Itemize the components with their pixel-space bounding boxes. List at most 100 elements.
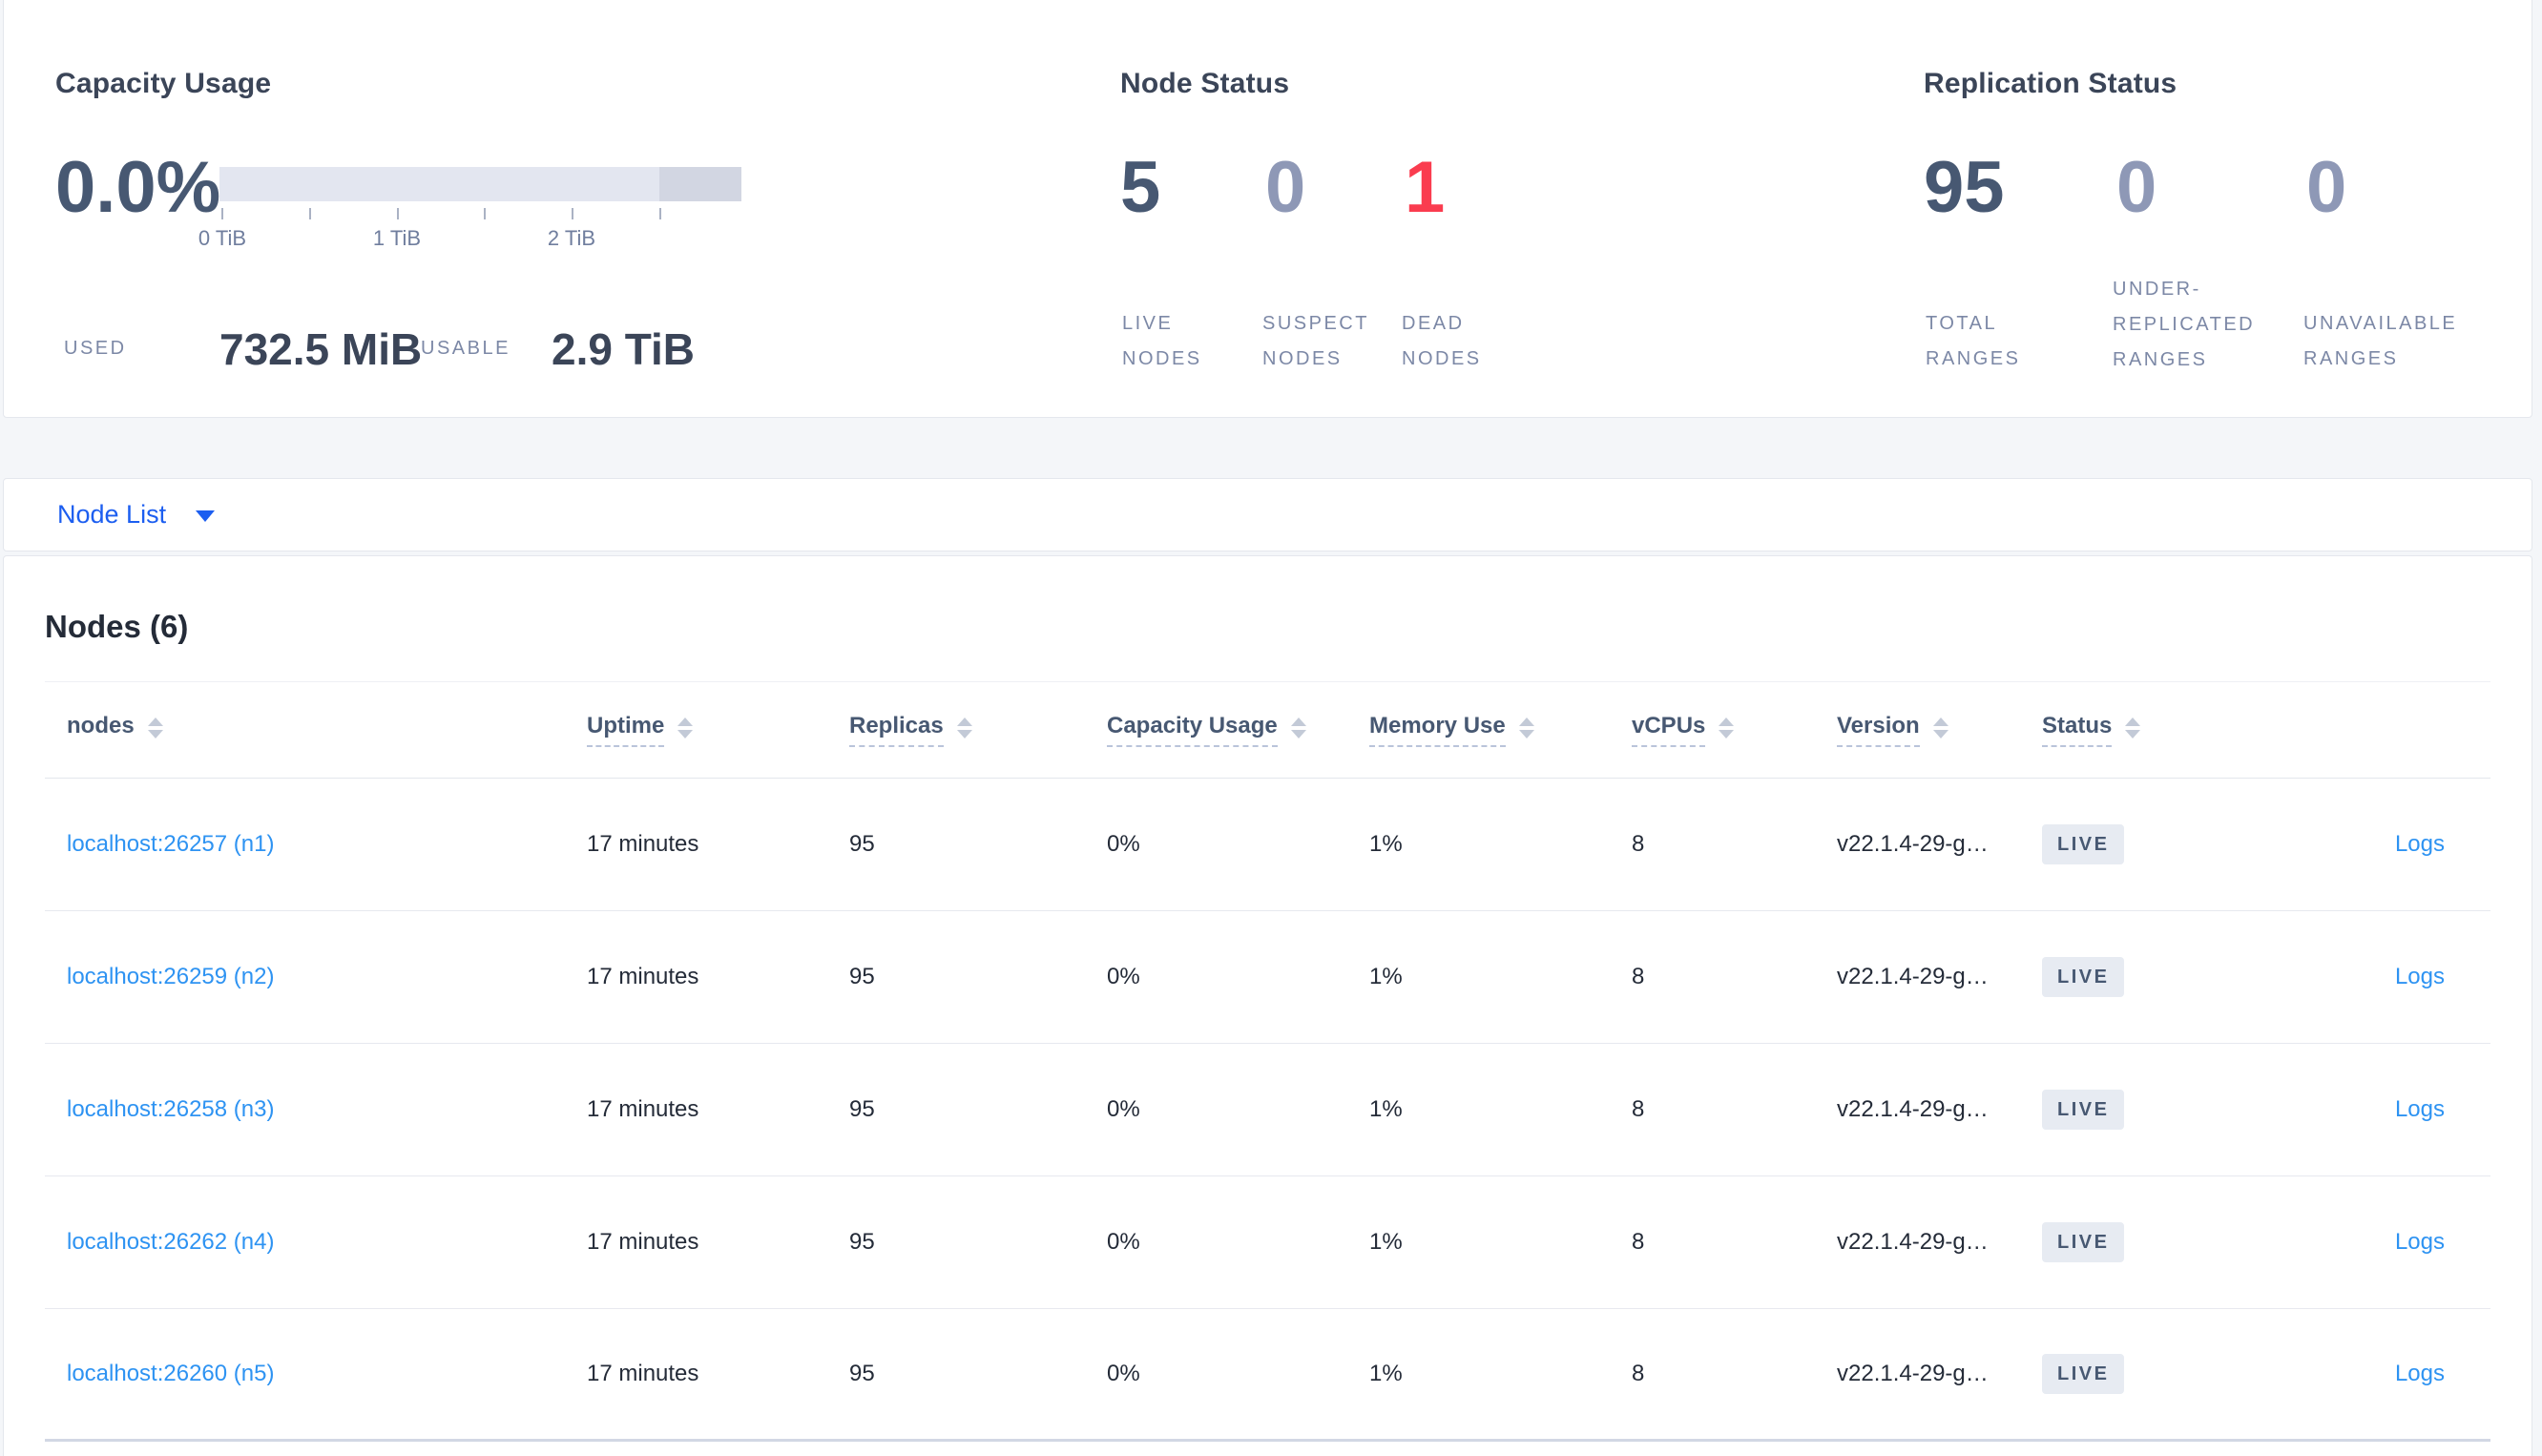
- node-list-dropdown[interactable]: Node List: [57, 479, 166, 551]
- axis-tick: [309, 208, 311, 219]
- logs-cell: Logs: [2309, 1096, 2490, 1123]
- status-cell: LIVE: [2042, 957, 2309, 997]
- table-header-row: nodes Uptime Replicas Capacity Usage Memory …: [45, 682, 2490, 779]
- node-link[interactable]: localhost:26262 (n4): [67, 1229, 274, 1255]
- replicas-cell: 95: [849, 1361, 875, 1386]
- dead-nodes-count: 1: [1405, 147, 1446, 228]
- table-row: localhost:26260 (n5) 17 minutes 95 0% 1% 8 v22…: [45, 1309, 2490, 1442]
- sort-icon: [677, 718, 694, 742]
- logs-cell: Logs: [2309, 1361, 2490, 1387]
- column-label: Replicas: [849, 713, 944, 747]
- column-header-replicas[interactable]: Replicas: [849, 713, 1107, 747]
- replicas-cell: 95: [849, 1229, 875, 1255]
- column-label: Capacity Usage: [1107, 713, 1278, 747]
- status-cell: LIVE: [2042, 1090, 2309, 1130]
- column-header-memory-use[interactable]: Memory Use: [1369, 713, 1632, 747]
- status-badge: LIVE: [2042, 824, 2125, 864]
- vcpus-cell: 8: [1632, 1096, 1645, 1122]
- node-cell: localhost:26258 (n3): [67, 1096, 587, 1123]
- vcpus-cell: 8: [1632, 1361, 1645, 1386]
- uptime-cell: 17 minutes: [587, 964, 699, 989]
- memory-use-cell: 1%: [1369, 1229, 1403, 1255]
- uptime-cell: 17 minutes: [587, 831, 699, 857]
- vcpus-cell: 8: [1632, 831, 1645, 857]
- status-cell: LIVE: [2042, 824, 2309, 864]
- table-row: localhost:26259 (n2) 17 minutes 95 0% 1% 8 v22…: [45, 911, 2490, 1044]
- replicas-cell: 95: [849, 831, 875, 857]
- logs-link[interactable]: Logs: [2395, 831, 2445, 857]
- column-header-version[interactable]: Version: [1837, 713, 2042, 747]
- node-link[interactable]: localhost:26260 (n5): [67, 1361, 274, 1386]
- vcpus-cell: 8: [1632, 1229, 1645, 1255]
- capacity-bar-reserved-segment: [659, 167, 741, 201]
- capacity-bar: [219, 167, 741, 201]
- status-badge: LIVE: [2042, 1354, 2125, 1394]
- live-nodes-label: LIVE NODES: [1122, 313, 1202, 369]
- column-label: vCPUs: [1632, 713, 1706, 747]
- version-cell: v22.1.4-29-g…: [1837, 1096, 1989, 1122]
- column-label: Memory Use: [1369, 713, 1506, 747]
- status-cell: LIVE: [2042, 1354, 2309, 1394]
- node-list-dropdown-label: Node List: [57, 500, 167, 529]
- logs-link[interactable]: Logs: [2395, 1361, 2445, 1386]
- capacity-usage-cell: 0%: [1107, 831, 1140, 857]
- under-replicated-label: UNDER-REPLICATED RANGES: [2113, 279, 2256, 370]
- replication-status-title: Replication Status: [1924, 68, 2177, 99]
- node-link[interactable]: localhost:26259 (n2): [67, 964, 274, 989]
- capacity-used-percent: 0.0%: [55, 147, 221, 228]
- status-badge: LIVE: [2042, 1090, 2125, 1130]
- cluster-overview-page: { "colors": { "accent_blue": "#1c5ef0", …: [0, 0, 2542, 1456]
- column-header-nodes[interactable]: nodes: [67, 713, 587, 747]
- sort-icon: [2125, 718, 2141, 742]
- uptime-cell: 17 minutes: [587, 1229, 699, 1255]
- column-label: Uptime: [587, 713, 665, 747]
- sort-icon: [1719, 718, 1735, 742]
- table-body: localhost:26257 (n1) 17 minutes 95 0% 1% 8 v22…: [45, 779, 2490, 1442]
- axis-tick-label: 0 TiB: [198, 226, 247, 250]
- used-label: USED: [64, 338, 127, 359]
- logs-link[interactable]: Logs: [2395, 1229, 2445, 1255]
- axis-tick: [397, 208, 399, 219]
- table-row: localhost:26257 (n1) 17 minutes 95 0% 1% 8 v22…: [45, 779, 2490, 911]
- total-ranges-label: TOTAL RANGES: [1926, 313, 2021, 369]
- axis-tick-label: 2 TiB: [547, 226, 596, 250]
- table-row: localhost:26262 (n4) 17 minutes 95 0% 1% 8 v22…: [45, 1176, 2490, 1309]
- axis-tick: [572, 208, 573, 219]
- sort-icon: [147, 718, 163, 742]
- status-badge: LIVE: [2042, 957, 2125, 997]
- column-label: Version: [1837, 713, 1920, 747]
- column-header-uptime[interactable]: Uptime: [587, 713, 849, 747]
- uptime-cell: 17 minutes: [587, 1096, 699, 1122]
- chevron-down-icon[interactable]: [196, 510, 215, 522]
- replicas-cell: 95: [849, 964, 875, 989]
- node-cell: localhost:26259 (n2): [67, 964, 587, 990]
- status-cell: LIVE: [2042, 1222, 2309, 1262]
- column-header-capacity-usage[interactable]: Capacity Usage: [1107, 713, 1369, 747]
- suspect-nodes-label: SUSPECT NODES: [1262, 313, 1369, 369]
- capacity-usage-title: Capacity Usage: [55, 68, 272, 99]
- table-row: localhost:26258 (n3) 17 minutes 95 0% 1% 8 v22…: [45, 1044, 2490, 1176]
- nodes-table: nodes Uptime Replicas Capacity Usage Memory …: [45, 681, 2490, 1442]
- uptime-cell: 17 minutes: [587, 1361, 699, 1386]
- sort-icon: [1518, 718, 1534, 742]
- nodes-section-title: Nodes (6): [45, 609, 189, 644]
- view-selector-bar: Node List: [3, 478, 2532, 551]
- node-link[interactable]: localhost:26258 (n3): [67, 1096, 274, 1122]
- used-value: 732.5 MiB: [219, 324, 423, 374]
- version-cell: v22.1.4-29-g…: [1837, 1361, 1989, 1386]
- unavailable-count: 0: [2306, 147, 2347, 228]
- column-header-vcpus[interactable]: vCPUs: [1632, 713, 1837, 747]
- suspect-nodes-count: 0: [1265, 147, 1306, 228]
- axis-tick: [484, 208, 486, 219]
- capacity-usage-cell: 0%: [1107, 1361, 1140, 1386]
- vcpus-cell: 8: [1632, 964, 1645, 989]
- logs-link[interactable]: Logs: [2395, 1096, 2445, 1122]
- logs-link[interactable]: Logs: [2395, 964, 2445, 989]
- dead-nodes-label: DEAD NODES: [1402, 313, 1482, 369]
- column-header-status[interactable]: Status: [2042, 713, 2309, 747]
- column-label: nodes: [67, 713, 135, 738]
- memory-use-cell: 1%: [1369, 1361, 1403, 1386]
- axis-tick-label: 1 TiB: [372, 226, 422, 250]
- node-link[interactable]: localhost:26257 (n1): [67, 831, 274, 857]
- live-nodes-count: 5: [1120, 147, 1161, 228]
